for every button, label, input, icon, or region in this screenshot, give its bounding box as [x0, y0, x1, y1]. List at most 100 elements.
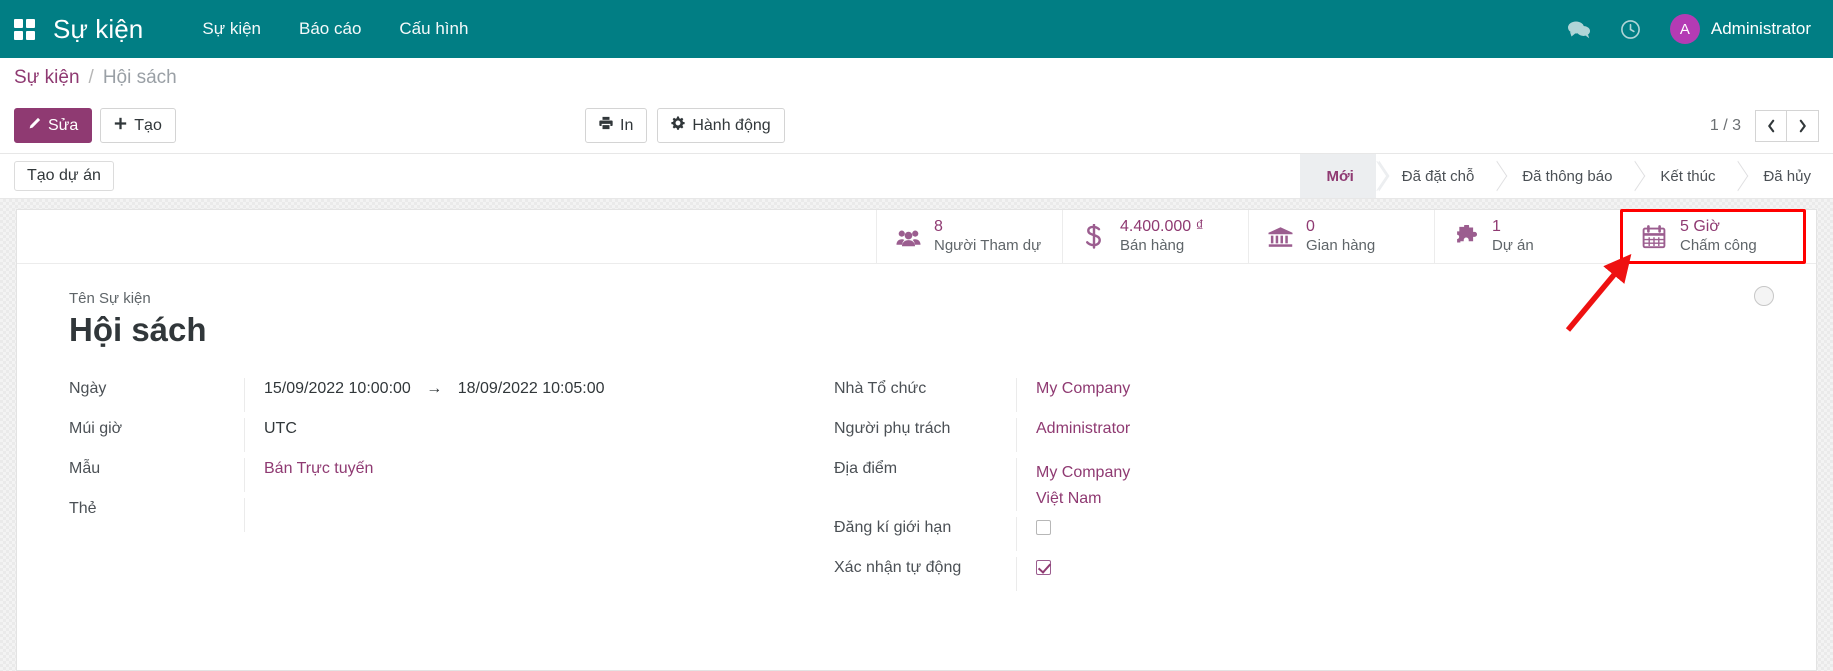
- auto-confirm-checkbox[interactable]: [1036, 560, 1051, 575]
- form-body: Tên Sự kiện Hội sách Ngày 15/09/2022 10:…: [17, 264, 1816, 594]
- smart-button-attendees[interactable]: 8 Người Tham dự: [876, 210, 1062, 263]
- print-button[interactable]: In: [585, 108, 647, 143]
- venue-country[interactable]: Việt Nam: [1036, 486, 1539, 512]
- field-label-date: Ngày: [69, 378, 244, 398]
- stage-statusbar: Mới Đã đặt chỗ Đã thông báo Kết thúc Đã …: [1300, 154, 1833, 198]
- pager-previous-button[interactable]: [1755, 110, 1787, 142]
- smart-button-label: Bán hàng: [1120, 237, 1204, 255]
- smart-button-label: Gian hàng: [1306, 237, 1375, 255]
- create-project-button[interactable]: Tạo dự án: [14, 161, 114, 191]
- field-value-responsible[interactable]: Administrator: [1016, 418, 1539, 452]
- date-end-value: 18/09/2022 10:05:00: [458, 380, 605, 397]
- field-value-template[interactable]: Bán Trực tuyến: [244, 458, 804, 492]
- clock-icon[interactable]: [1618, 16, 1644, 42]
- stage-ended[interactable]: Kết thúc: [1634, 154, 1737, 198]
- field-label-auto-confirm: Xác nhận tự động: [834, 557, 1016, 577]
- stage-label: Mới: [1326, 168, 1353, 185]
- field-timezone: Múi giờ UTC: [69, 415, 804, 455]
- stage-booked[interactable]: Đã đặt chỗ: [1376, 154, 1497, 198]
- field-organizer: Nhà Tổ chức My Company: [834, 375, 1539, 415]
- record-actions-group: Sửa Tạo: [14, 108, 176, 143]
- form-sheet-background: 8 Người Tham dự 4.400.000 ₫ Bán hàng: [0, 199, 1833, 671]
- breadcrumb: Sự kiện / Hội sách: [0, 58, 1833, 98]
- menu-item-configuration[interactable]: Cấu hình: [380, 11, 487, 47]
- smart-button-label: Chấm công: [1680, 237, 1757, 255]
- main-menu: Sự kiện Báo cáo Cấu hình: [183, 11, 487, 47]
- event-name-value[interactable]: Hội sách: [69, 311, 1816, 349]
- stage-cancelled[interactable]: Đã hủy: [1737, 154, 1833, 198]
- field-label-organizer: Nhà Tổ chức: [834, 378, 1016, 398]
- event-name-label: Tên Sự kiện: [69, 290, 1816, 307]
- status-indicator-circle[interactable]: [1754, 286, 1774, 306]
- bank-columns-icon: [1267, 224, 1293, 250]
- venue-name[interactable]: My Company: [1036, 460, 1539, 486]
- form-columns: Ngày 15/09/2022 10:00:00 → 18/09/2022 10…: [17, 375, 1816, 594]
- smart-button-label: Dự án: [1492, 237, 1534, 255]
- pager-count-label: 1 / 3: [1710, 117, 1741, 135]
- smart-button-booths[interactable]: 0 Gian hàng: [1248, 210, 1434, 263]
- dollar-sign-icon: [1081, 224, 1107, 250]
- smart-button-box: 8 Người Tham dự 4.400.000 ₫ Bán hàng: [17, 210, 1816, 264]
- chat-bubbles-icon[interactable]: [1566, 16, 1592, 42]
- stage-announced[interactable]: Đã thông báo: [1496, 154, 1634, 198]
- field-value-auto-confirm: [1016, 557, 1539, 591]
- smart-button-value: 4.400.000 ₫: [1120, 218, 1204, 237]
- field-value-limit-registrations: [1016, 517, 1539, 551]
- field-value-organizer[interactable]: My Company: [1016, 378, 1539, 412]
- breadcrumb-current: Hội sách: [103, 67, 177, 89]
- people-group-icon: [895, 224, 921, 250]
- smart-button-value: 8: [934, 218, 1041, 237]
- limit-registrations-checkbox[interactable]: [1036, 520, 1051, 535]
- record-title-block: Tên Sự kiện Hội sách: [17, 290, 1816, 375]
- gear-icon: [671, 116, 685, 135]
- printer-icon: [599, 116, 613, 135]
- top-navbar: Sự kiện Sự kiện Báo cáo Cấu hình A Admin…: [0, 0, 1833, 58]
- pager-buttons: [1755, 110, 1819, 142]
- navbar-right-group: A Administrator: [1566, 14, 1811, 44]
- plus-icon: [114, 116, 127, 135]
- field-label-tags: Thẻ: [69, 498, 244, 518]
- print-button-label: In: [620, 116, 633, 135]
- field-value-venue[interactable]: My Company Việt Nam: [1016, 458, 1539, 511]
- field-value-tags[interactable]: [244, 498, 804, 532]
- stage-label: Đã hủy: [1763, 168, 1811, 185]
- stage-label: Đã đặt chỗ: [1402, 168, 1475, 185]
- user-menu[interactable]: A Administrator: [1670, 14, 1811, 44]
- action-button-label: Hành động: [692, 116, 770, 135]
- edit-button[interactable]: Sửa: [14, 108, 92, 143]
- menu-item-reporting[interactable]: Báo cáo: [280, 11, 380, 47]
- field-value-date[interactable]: 15/09/2022 10:00:00 → 18/09/2022 10:05:0…: [244, 378, 804, 412]
- stage-label: Kết thúc: [1660, 168, 1715, 185]
- smart-button-text: 5 Giờ Chấm công: [1680, 218, 1757, 255]
- form-column-left: Ngày 15/09/2022 10:00:00 → 18/09/2022 10…: [69, 375, 804, 594]
- field-template: Mẫu Bán Trực tuyến: [69, 455, 804, 495]
- smart-button-value: 0: [1306, 218, 1375, 237]
- stage-new[interactable]: Mới: [1300, 154, 1375, 198]
- form-column-right: Nhà Tổ chức My Company Người phụ trách A…: [804, 375, 1539, 594]
- smart-button-timesheets[interactable]: 5 Giờ Chấm công: [1620, 209, 1806, 264]
- field-venue: Địa điểm My Company Việt Nam: [834, 455, 1539, 514]
- pencil-icon: [28, 116, 41, 135]
- app-brand-title[interactable]: Sự kiện: [53, 14, 143, 45]
- action-button[interactable]: Hành động: [657, 108, 784, 143]
- user-name-label: Administrator: [1711, 19, 1811, 39]
- stage-label: Đã thông báo: [1522, 168, 1612, 185]
- menu-item-events[interactable]: Sự kiện: [183, 11, 280, 47]
- smart-button-text: 4.400.000 ₫ Bán hàng: [1120, 218, 1204, 255]
- create-button[interactable]: Tạo: [100, 108, 176, 143]
- field-value-timezone[interactable]: UTC: [244, 418, 804, 452]
- pager-next-button[interactable]: [1787, 110, 1819, 142]
- field-tags: Thẻ: [69, 495, 804, 535]
- smart-button-text: 0 Gian hàng: [1306, 218, 1375, 255]
- breadcrumb-root-link[interactable]: Sự kiện: [14, 67, 80, 89]
- smart-button-text: 8 Người Tham dự: [934, 218, 1041, 255]
- apps-grid-icon[interactable]: [14, 19, 35, 40]
- control-panel: Sửa Tạo In: [0, 98, 1833, 154]
- field-label-responsible: Người phụ trách: [834, 418, 1016, 438]
- smart-button-sales[interactable]: 4.400.000 ₫ Bán hàng: [1062, 210, 1248, 263]
- create-button-label: Tạo: [134, 116, 162, 135]
- field-label-timezone: Múi giờ: [69, 418, 244, 438]
- avatar: A: [1670, 14, 1700, 44]
- smart-button-projects[interactable]: 1 Dự án: [1434, 210, 1620, 263]
- field-date: Ngày 15/09/2022 10:00:00 → 18/09/2022 10…: [69, 375, 804, 415]
